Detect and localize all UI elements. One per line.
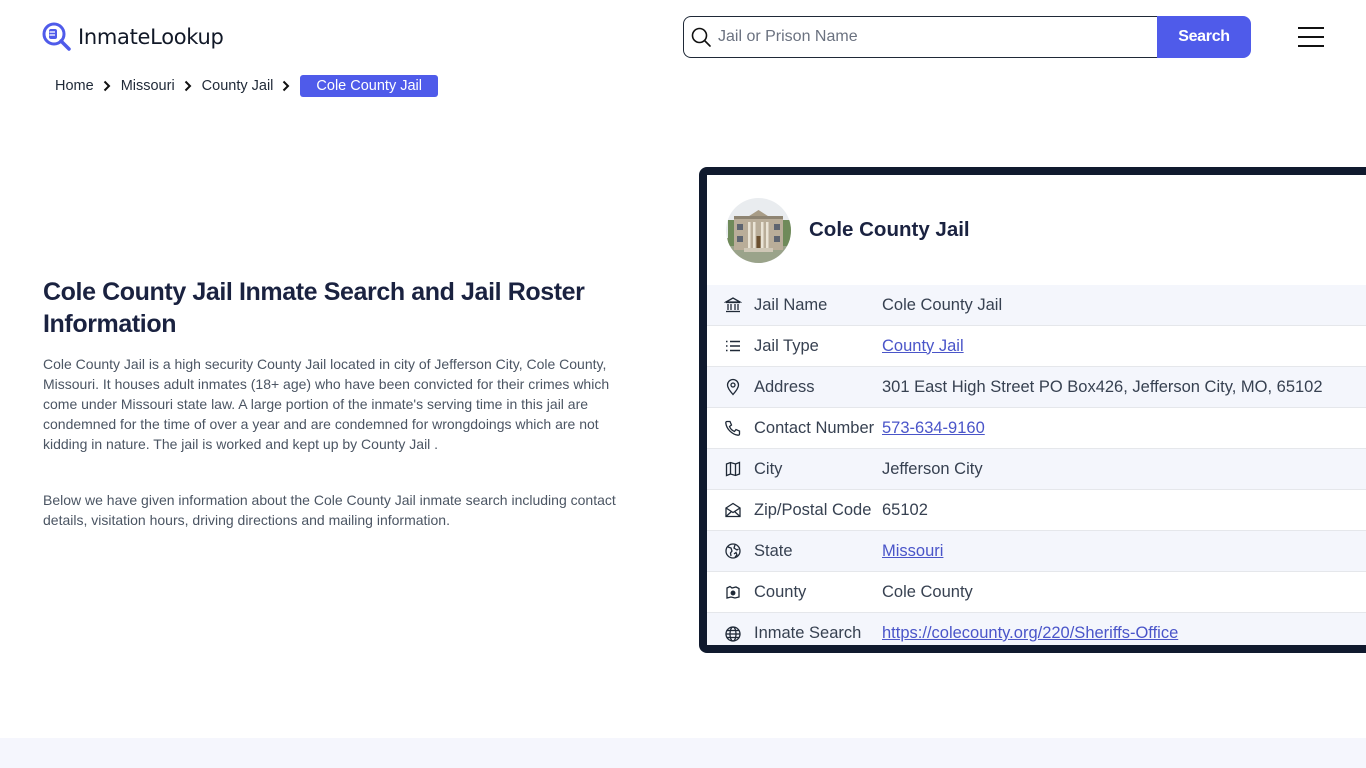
row-value: 301 East High Street PO Box426, Jefferso… — [882, 377, 1323, 396]
search-input[interactable] — [718, 28, 1157, 46]
search-button[interactable]: Search — [1157, 16, 1251, 58]
building-columns-icon — [724, 297, 742, 313]
menu-line — [1298, 45, 1324, 47]
info-row-zip-code: Zip/Postal Code 65102 — [707, 490, 1366, 531]
row-label: Contact Number — [754, 418, 875, 437]
menu-line — [1298, 36, 1324, 38]
info-row-inmate-search: Inmate Search https://colecounty.org/220… — [707, 613, 1366, 645]
phone-link[interactable]: 573-634-9160 — [882, 419, 985, 438]
info-row-jail-name: Jail Name Cole County Jail — [707, 285, 1366, 326]
globe-region-icon — [725, 543, 741, 559]
list-icon — [726, 340, 740, 352]
row-value: 65102 — [882, 500, 928, 519]
map-pin-icon — [726, 378, 740, 396]
breadcrumb-current: Cole County Jail — [300, 75, 438, 97]
county-map-icon — [726, 585, 740, 599]
inmate-search-link[interactable]: https://colecounty.org/220/Sheriffs-Offi… — [882, 624, 1178, 643]
magnifier-logo-icon — [42, 22, 71, 51]
info-row-contact-number: Contact Number 573-634-9160 — [707, 408, 1366, 449]
row-value: Cole County — [882, 582, 973, 601]
jail-info-card-body: Cole County Jail Jail Name Cole County J… — [707, 175, 1366, 645]
jail-info-card: Cole County Jail Jail Name Cole County J… — [699, 167, 1366, 653]
card-header: Cole County Jail — [707, 175, 1366, 285]
info-table: Jail Name Cole County Jail Jail Type Cou… — [707, 285, 1366, 645]
breadcrumb-missouri[interactable]: Missouri — [121, 78, 175, 94]
row-label: Address — [754, 377, 815, 396]
card-title: Cole County Jail — [809, 218, 970, 241]
globe-icon — [725, 625, 741, 642]
info-row-county: County Cole County — [707, 572, 1366, 613]
row-label: City — [754, 459, 783, 478]
row-label: Jail Name — [754, 295, 828, 314]
search-bar: Search — [683, 16, 1251, 58]
row-label: Jail Type — [754, 336, 819, 355]
mail-open-icon — [725, 502, 741, 518]
courthouse-image — [726, 197, 791, 263]
logo-text: InmateLookup — [78, 25, 224, 49]
row-value: Jefferson City — [882, 459, 983, 478]
breadcrumb-home[interactable]: Home — [55, 78, 94, 94]
chevron-right-icon — [103, 80, 111, 92]
page-title: Cole County Jail Inmate Search and Jail … — [43, 278, 585, 338]
row-value: Cole County Jail — [882, 295, 1003, 314]
row-label: County — [754, 582, 807, 601]
breadcrumb: Home Missouri County Jail Cole County Ja… — [55, 75, 438, 97]
footer-band — [0, 738, 1366, 768]
jail-type-link[interactable]: County Jail — [882, 337, 964, 356]
row-label: Zip/Postal Code — [754, 500, 872, 519]
search-icon — [691, 27, 711, 47]
info-row-city: City Jefferson City — [707, 449, 1366, 490]
row-label: State — [754, 541, 793, 560]
search-field[interactable] — [683, 16, 1157, 58]
info-row-address: Address 301 East High Street PO Box426, … — [707, 367, 1366, 408]
row-label: Inmate Search — [754, 624, 862, 642]
map-icon — [725, 461, 741, 477]
hamburger-menu-icon[interactable] — [1298, 27, 1324, 47]
chevron-right-icon — [184, 80, 192, 92]
info-row-jail-type: Jail Type County Jail — [707, 326, 1366, 367]
intro-paragraph: Cole County Jail is a high security Coun… — [43, 356, 610, 452]
summary-paragraph: Below we have given information about th… — [43, 492, 616, 528]
phone-icon — [725, 420, 741, 436]
chevron-right-icon — [283, 80, 290, 92]
menu-line — [1298, 27, 1324, 29]
site-logo[interactable]: InmateLookup — [42, 22, 224, 52]
info-row-state: State Missouri — [707, 531, 1366, 572]
jail-photo — [726, 197, 791, 263]
state-link[interactable]: Missouri — [882, 542, 943, 561]
breadcrumb-county-jail[interactable]: County Jail — [202, 78, 274, 94]
